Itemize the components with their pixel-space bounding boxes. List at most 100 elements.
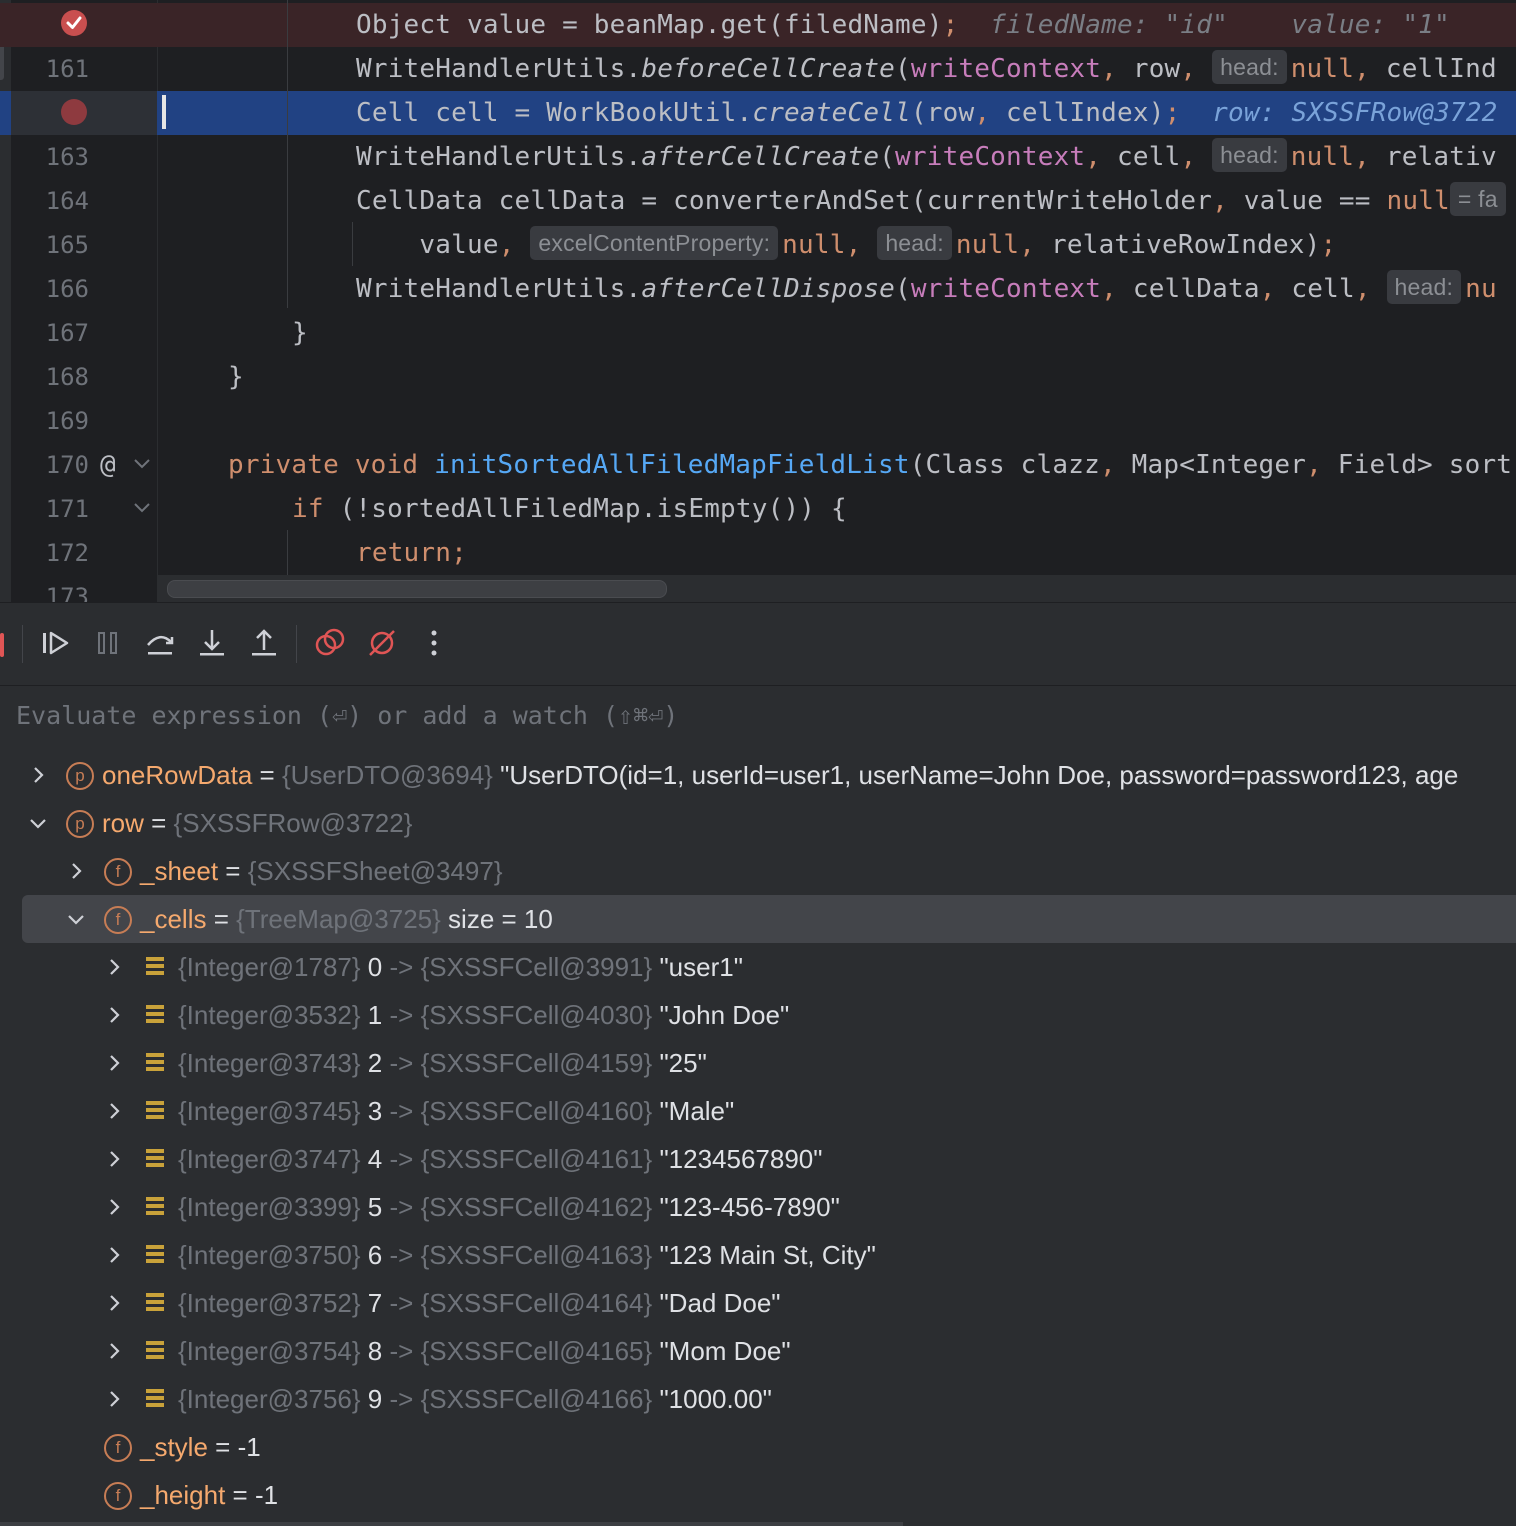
variable-row-cells[interactable]: f _cells = {TreeMap@3725} size = 10 [22, 895, 1516, 943]
entry-cell-type: {SXSSFCell@3991} [420, 952, 653, 982]
map-entry-row[interactable]: {Integer@3754} 8 -> {SXSSFCell@4165} "Mo… [0, 1327, 1516, 1375]
map-entry-row[interactable]: {Integer@3756} 9 -> {SXSSFCell@4166} "10… [0, 1375, 1516, 1423]
map-entry-row[interactable]: {Integer@3532} 1 -> {SXSSFCell@4030} "Jo… [0, 991, 1516, 1039]
horizontal-scrollbar[interactable] [0, 1522, 903, 1526]
chevron-right-icon[interactable] [102, 1051, 126, 1075]
entry-arrow: -> [389, 1240, 414, 1270]
override-marker-icon[interactable]: @ [100, 450, 116, 480]
code-token: null [1290, 54, 1355, 84]
code-editor[interactable]: Object value = beanMap.get(filedName); f… [0, 0, 1516, 602]
code-token: initSortedAllFiledMapFieldList [434, 450, 910, 480]
equals-sign: = [225, 1480, 255, 1510]
entry-arrow: -> [389, 1384, 414, 1414]
entry-cell-type: {SXSSFCell@4162} [420, 1192, 653, 1222]
map-entry-row[interactable]: {Integer@3745} 3 -> {SXSSFCell@4160} "Ma… [0, 1087, 1516, 1135]
variable-row-onerowdata[interactable]: p oneRowData = {UserDTO@3694} "UserDTO(i… [0, 751, 1516, 799]
line-number: 166 [45, 275, 89, 303]
inlay-hint: head: [1212, 137, 1287, 172]
chevron-right-icon[interactable] [64, 859, 88, 883]
line-number: 172 [45, 539, 89, 567]
map-entry-icon [146, 1389, 164, 1407]
code-token: null [955, 230, 1020, 260]
step-out-icon[interactable] [246, 625, 282, 661]
entry-value: "Dad Doe" [659, 1288, 781, 1318]
code-token: , [1354, 274, 1371, 304]
code-token: } [292, 318, 308, 348]
code-token: , [974, 98, 991, 128]
code-line[interactable]: 172 return; [0, 531, 1516, 575]
fold-chevron-icon[interactable] [132, 500, 152, 516]
map-entry-icon [146, 1245, 164, 1263]
view-breakpoints-icon[interactable] [312, 625, 348, 661]
variable-row-row[interactable]: p row = {SXSSFRow@3722} [0, 799, 1516, 847]
entry-key-type: {Integer@3750} [178, 1240, 361, 1270]
code-token: , [1099, 450, 1116, 480]
chevron-right-icon[interactable] [102, 1339, 126, 1363]
variable-row-style[interactable]: f _style = -1 [0, 1423, 1516, 1471]
step-into-icon[interactable] [194, 625, 230, 661]
code-token: CellData cellData = converterAndSet(curr… [356, 186, 1213, 216]
variable-value: -1 [237, 1432, 261, 1462]
code-line[interactable]: 165 value, excelContentProperty: null, he… [0, 223, 1516, 267]
chevron-right-icon[interactable] [26, 763, 50, 787]
code-line[interactable]: Object value = beanMap.get(filedName); f… [0, 3, 1516, 47]
entry-value: "Male" [659, 1096, 735, 1126]
scrollbar-thumb[interactable] [167, 580, 667, 598]
code-line[interactable]: 164 CellData cellData = converterAndSet(c… [0, 179, 1516, 223]
entry-arrow: -> [389, 1192, 414, 1222]
code-line[interactable]: 170 private void initSortedAllFiledMapFie… [0, 443, 1516, 487]
map-entry-icon [146, 1149, 164, 1167]
chevron-right-icon[interactable] [102, 1195, 126, 1219]
chevron-down-icon[interactable] [26, 811, 50, 835]
stop-icon[interactable] [0, 633, 4, 657]
code-line[interactable]: 166 WriteHandlerUtils.afterCellDispose(wr… [0, 267, 1516, 311]
variable-row-sheet[interactable]: f _sheet = {SXSSFSheet@3497} [0, 847, 1516, 895]
variable-row-height[interactable]: f _height = -1 [0, 1471, 1516, 1519]
code-token: if [292, 494, 340, 524]
more-options-icon[interactable] [416, 625, 452, 661]
code-line[interactable]: 161 WriteHandlerUtils.beforeCellCreate(wr… [0, 47, 1516, 91]
code-line[interactable]: 169 [0, 399, 1516, 443]
fold-chevron-icon[interactable] [132, 456, 152, 472]
code-line[interactable]: 171 if (!sortedAllFiledMap.isEmpty()) { [0, 487, 1516, 531]
map-entry-row[interactable]: {Integer@3747} 4 -> {SXSSFCell@4161} "12… [0, 1135, 1516, 1183]
code-token: cellInd [1369, 54, 1497, 84]
equals-sign: = [206, 904, 237, 934]
chevron-down-icon[interactable] [64, 907, 88, 931]
variable-name: row [102, 808, 144, 838]
code-line[interactable]: 168} [0, 355, 1516, 399]
code-token: null [1386, 186, 1450, 216]
map-entry-icon [146, 1053, 164, 1071]
chevron-right-icon[interactable] [102, 1099, 126, 1123]
indent-guide [287, 0, 288, 308]
pause-program-icon[interactable] [90, 625, 126, 661]
chevron-right-icon[interactable] [102, 1387, 126, 1411]
entry-key-type: {Integer@3399} [178, 1192, 361, 1222]
resume-program-icon[interactable] [38, 625, 74, 661]
entry-value: "John Doe" [659, 1000, 790, 1030]
mute-breakpoints-icon[interactable] [364, 625, 400, 661]
map-entry-row[interactable]: {Integer@3750} 6 -> {SXSSFCell@4163} "12… [0, 1231, 1516, 1279]
step-over-icon[interactable] [142, 625, 178, 661]
map-entry-row[interactable]: {Integer@1787} 0 -> {SXSSFCell@3991} "us… [0, 943, 1516, 991]
map-entry-row[interactable]: {Integer@3399} 5 -> {SXSSFCell@4162} "12… [0, 1183, 1516, 1231]
execution-point-breakpoint-icon[interactable] [60, 9, 88, 37]
chevron-right-icon[interactable] [102, 1003, 126, 1027]
chevron-right-icon[interactable] [102, 1243, 126, 1267]
chevron-right-icon[interactable] [102, 1147, 126, 1171]
map-entry-row[interactable]: {Integer@3743} 2 -> {SXSSFCell@4159} "25… [0, 1039, 1516, 1087]
property-badge-icon: p [66, 810, 94, 838]
map-entry-row[interactable]: {Integer@3752} 7 -> {SXSSFCell@4164} "Da… [0, 1279, 1516, 1327]
code-line[interactable]: 167} [0, 311, 1516, 355]
chevron-right-icon[interactable] [102, 955, 126, 979]
horizontal-scrollbar[interactable] [157, 575, 1516, 602]
code-line[interactable]: 163 WriteHandlerUtils.afterCellCreate(wri… [0, 135, 1516, 179]
code-token: (Class clazz [909, 450, 1100, 480]
breakpoint-icon[interactable] [61, 99, 87, 125]
chevron-right-icon[interactable] [102, 1291, 126, 1315]
code-line[interactable]: Cell cell = WorkBookUtil.createCell(row,… [0, 91, 1516, 135]
entry-cell-type: {SXSSFCell@4165} [420, 1336, 653, 1366]
entry-value: "123 Main St, City" [659, 1240, 876, 1270]
code-token: ( [895, 54, 911, 84]
evaluate-expression-input[interactable] [14, 694, 1498, 736]
